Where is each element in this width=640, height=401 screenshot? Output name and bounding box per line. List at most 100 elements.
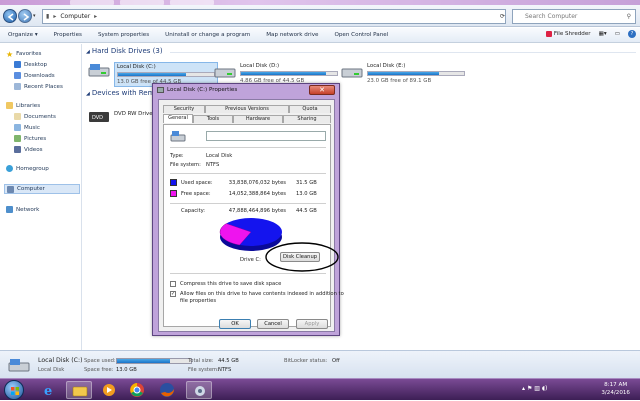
folder-icon bbox=[72, 386, 88, 397]
tab-sharing[interactable]: Sharing bbox=[283, 115, 331, 123]
forward-button[interactable] bbox=[18, 9, 32, 23]
recent-pages-dropdown-icon[interactable]: ▾ bbox=[33, 13, 36, 19]
drive-item-dvd[interactable]: DVD DVD RW Drive bbox=[88, 108, 153, 124]
flag-icon[interactable]: ⚑ bbox=[527, 385, 532, 392]
dialog-close-button[interactable]: ✕ bbox=[309, 85, 335, 95]
back-button[interactable] bbox=[3, 9, 17, 23]
drive-usage-fill bbox=[118, 73, 187, 76]
clock[interactable]: 8:17 AM 3/24/2016 bbox=[601, 381, 630, 397]
ok-button[interactable]: OK bbox=[219, 319, 251, 329]
file-shredder-label: File Shredder bbox=[553, 31, 591, 37]
cancel-button[interactable]: Cancel bbox=[257, 319, 289, 329]
forward-arrow-icon bbox=[23, 13, 30, 21]
sidebar-item-videos[interactable]: Videos bbox=[14, 146, 43, 153]
map-network-drive-button[interactable]: Map network drive bbox=[258, 32, 326, 38]
capacity-bytes: 47,888,464,896 bytes bbox=[228, 208, 286, 214]
used-space-label: Used space: bbox=[181, 180, 213, 186]
taskbar: e ▴ ⚑ ▥ ◖) 8:17 AM 3/24/2016 bbox=[0, 378, 640, 400]
refresh-icon[interactable]: ⟳ bbox=[500, 13, 505, 20]
properties-button[interactable]: Properties bbox=[46, 32, 90, 38]
tab-general[interactable]: General bbox=[163, 114, 193, 123]
drive-name: DVD RW Drive bbox=[114, 111, 153, 117]
search-input[interactable]: Search Computer ⚲ bbox=[512, 9, 636, 24]
navigation-pane: ★ Favorites Desktop Downloads Recent Plac… bbox=[0, 44, 82, 350]
group-divider bbox=[170, 52, 636, 53]
sidebar-item-favorites[interactable]: ★ Favorites bbox=[6, 50, 41, 59]
taskbar-chrome[interactable] bbox=[124, 381, 150, 399]
drive-item-d[interactable]: Local Disk (D:) 4.86 GB free of 44.5 GB bbox=[214, 63, 338, 84]
general-tab-panel: Type: Local Disk File system: NTFS Used … bbox=[163, 124, 344, 327]
taskbar-media-player[interactable] bbox=[96, 381, 122, 399]
tray-expand-icon[interactable]: ▴ bbox=[522, 385, 525, 392]
search-icon[interactable]: ⚲ bbox=[627, 13, 631, 20]
group-hard-disk-drives[interactable]: ◢ Hard Disk Drives (3) bbox=[86, 47, 163, 55]
taskbar-internet-explorer[interactable]: e bbox=[36, 381, 62, 399]
settings-app-icon bbox=[195, 386, 205, 396]
sidebar-item-computer[interactable]: Computer bbox=[4, 184, 80, 194]
uninstall-program-button[interactable]: Uninstall or change a program bbox=[157, 32, 258, 38]
taskbar-file-explorer[interactable] bbox=[66, 381, 92, 399]
breadcrumb-chevron-icon: ▸ bbox=[94, 13, 98, 20]
group-removable-devices[interactable]: ◢ Devices with Remo bbox=[86, 89, 159, 97]
type-label: Type: bbox=[170, 153, 184, 159]
tab-previous-versions[interactable]: Previous Versions bbox=[205, 105, 289, 113]
tab-hardware[interactable]: Hardware bbox=[233, 115, 283, 123]
breadcrumb-computer[interactable]: Computer bbox=[60, 13, 90, 20]
tab-tools[interactable]: Tools bbox=[193, 115, 233, 123]
computer-icon bbox=[7, 185, 14, 193]
hard-drive-icon bbox=[88, 64, 110, 77]
file-shredder-button[interactable]: File Shredder bbox=[545, 31, 591, 37]
sidebar-label: Homegroup bbox=[16, 165, 49, 172]
sidebar-item-music[interactable]: Music bbox=[14, 124, 40, 131]
sidebar-item-downloads[interactable]: Downloads bbox=[14, 72, 55, 79]
details-total-value: 44.5 GB bbox=[218, 358, 239, 364]
index-checkbox[interactable]: ✓ bbox=[170, 291, 176, 297]
sidebar-item-documents[interactable]: Documents bbox=[14, 113, 56, 120]
sidebar-label: Videos bbox=[24, 146, 43, 153]
volume-icon[interactable]: ◖) bbox=[542, 385, 548, 392]
sidebar-label: Desktop bbox=[24, 61, 48, 68]
sidebar-label: Documents bbox=[24, 113, 56, 120]
collapse-chevron-icon[interactable]: ◢ bbox=[86, 91, 90, 97]
sidebar-item-pictures[interactable]: Pictures bbox=[14, 135, 46, 142]
sidebar-item-libraries[interactable]: Libraries bbox=[6, 102, 40, 109]
sidebar-item-desktop[interactable]: Desktop bbox=[14, 61, 47, 68]
tab-row-bottom: General Tools Hardware Sharing bbox=[163, 114, 331, 123]
preview-pane-icon[interactable]: ▭ bbox=[615, 31, 620, 37]
details-drive-kind: Local Disk bbox=[38, 367, 65, 373]
type-value: Local Disk bbox=[206, 153, 233, 159]
sidebar-item-recent-places[interactable]: Recent Places bbox=[14, 83, 63, 90]
index-label-line1: Allow files on this drive to have conten… bbox=[180, 291, 344, 297]
tab-security[interactable]: Security bbox=[163, 105, 205, 113]
collapse-chevron-icon[interactable]: ◢ bbox=[86, 49, 90, 55]
address-input[interactable]: ▮ ▸ Computer ▸ bbox=[42, 9, 506, 24]
apply-button[interactable]: Apply bbox=[296, 319, 328, 329]
drive-label-input[interactable] bbox=[206, 131, 326, 141]
downloads-icon bbox=[14, 72, 21, 79]
start-button[interactable] bbox=[4, 380, 24, 400]
svg-text:e: e bbox=[44, 384, 52, 399]
tab-quota[interactable]: Quota bbox=[289, 105, 331, 113]
help-icon[interactable]: ? bbox=[628, 30, 636, 38]
drive-usage-bar bbox=[367, 71, 465, 76]
open-control-panel-button[interactable]: Open Control Panel bbox=[326, 32, 396, 38]
pictures-icon bbox=[14, 135, 21, 142]
system-properties-button[interactable]: System properties bbox=[90, 32, 157, 38]
sidebar-item-homegroup[interactable]: Homegroup bbox=[6, 165, 49, 172]
separator bbox=[170, 147, 326, 148]
sidebar-item-network[interactable]: Network bbox=[6, 206, 39, 213]
details-space-used-label: Space used: bbox=[84, 358, 116, 364]
free-space-bytes: 14,052,388,864 bytes bbox=[228, 191, 286, 197]
sidebar-label: Computer bbox=[17, 186, 45, 192]
videos-icon bbox=[14, 146, 21, 153]
taskbar-firefox[interactable] bbox=[154, 381, 180, 399]
drive-item-e[interactable]: Local Disk (E:) 23.0 GB free of 89.1 GB bbox=[341, 63, 465, 84]
taskbar-app[interactable] bbox=[186, 381, 212, 399]
view-options-icon[interactable]: ▦▾ bbox=[599, 31, 607, 37]
organize-button[interactable]: Organize ▾ bbox=[0, 32, 46, 38]
compress-checkbox[interactable] bbox=[170, 281, 176, 287]
network-tray-icon[interactable]: ▥ bbox=[534, 385, 540, 392]
media-player-icon bbox=[103, 384, 115, 396]
network-icon bbox=[6, 206, 13, 213]
tab-row-top: Security Previous Versions Quota bbox=[163, 105, 331, 113]
